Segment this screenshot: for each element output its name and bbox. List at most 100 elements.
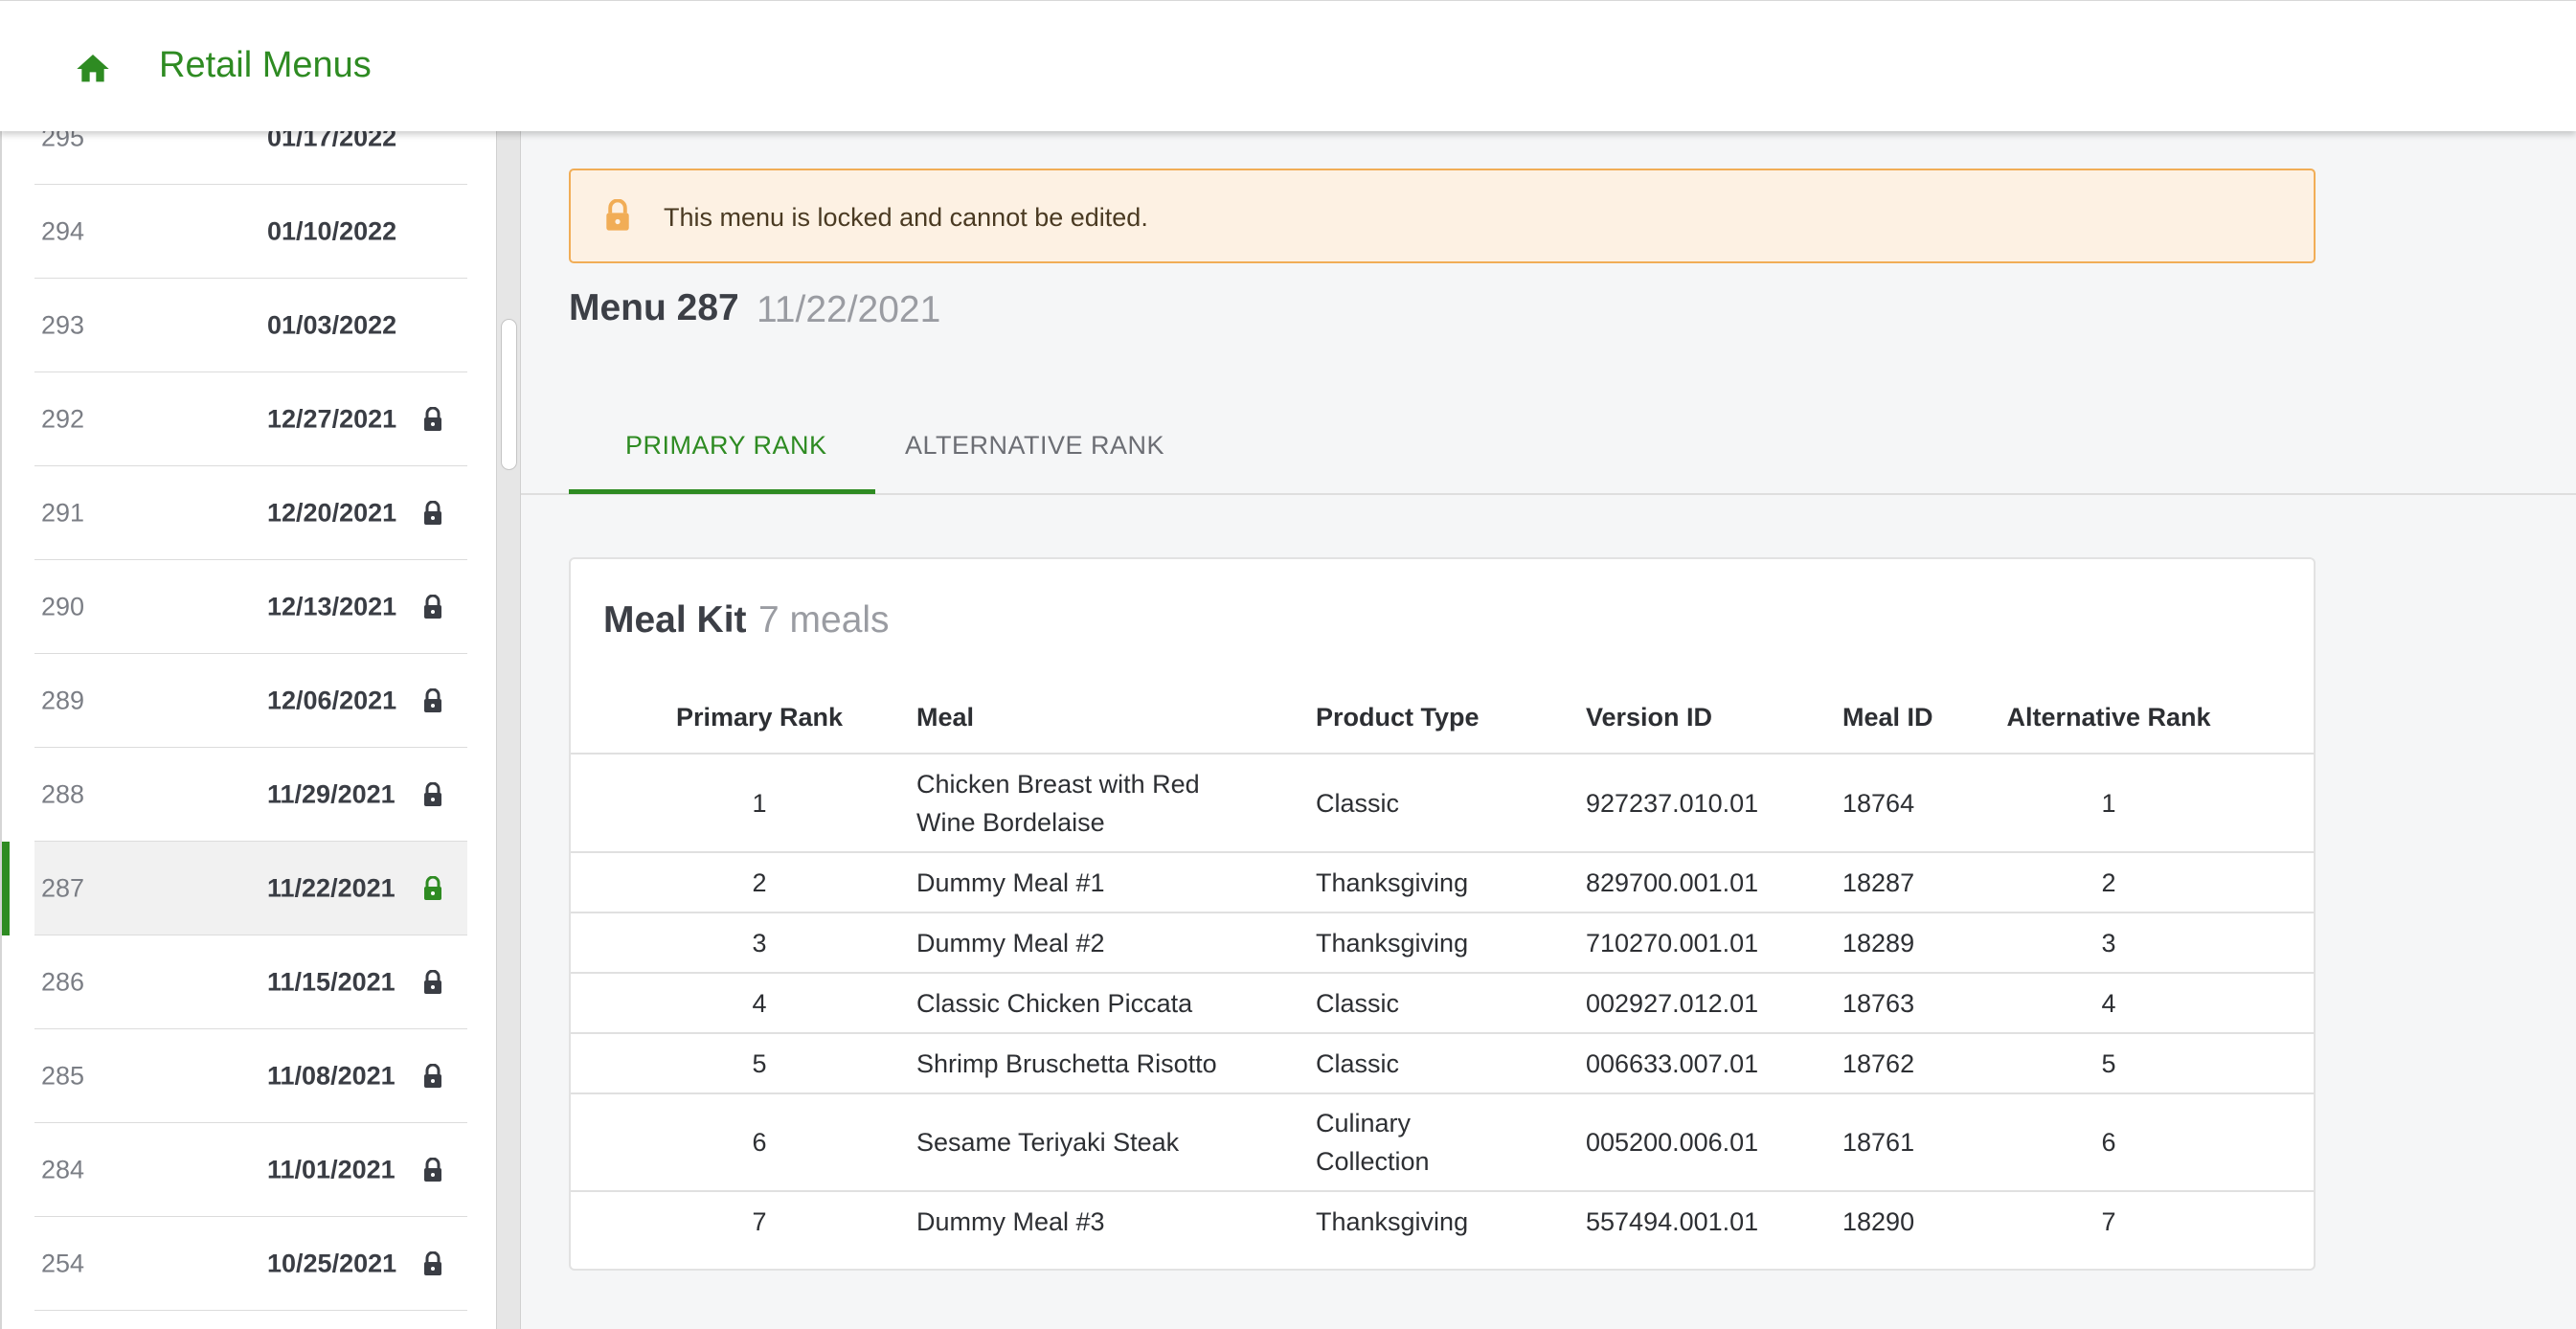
sidebar-item-menu-286[interactable]: 286 11/15/2021 xyxy=(34,935,467,1029)
cell-version-id: 829700.001.01 xyxy=(1586,867,1759,897)
cell-meal-id: 18762 xyxy=(1842,1048,1915,1078)
cell-alternative-rank: 5 xyxy=(2101,1048,2116,1078)
sidebar-item-menu-289[interactable]: 289 12/06/2021 xyxy=(34,654,467,748)
column-header-primary-rank[interactable]: Primary Rank xyxy=(676,703,843,732)
column-header-meal[interactable]: Meal xyxy=(916,703,974,732)
menu-number: 290 xyxy=(41,592,85,620)
table-row[interactable]: 2 Dummy Meal #1 Thanksgiving 829700.001.01 1… xyxy=(571,852,2314,912)
lock-icon xyxy=(423,781,442,807)
cell-product-type: Thanksgiving xyxy=(1316,928,1469,957)
menu-date: 12/20/2021 xyxy=(267,498,397,527)
cell-alternative-rank: 4 xyxy=(2101,988,2116,1018)
menu-number: 295 xyxy=(41,131,85,151)
menu-date: 01/03/2022 xyxy=(267,310,397,339)
app-title[interactable]: Retail Menus xyxy=(159,45,372,86)
cell-meal-id: 18764 xyxy=(1842,789,1915,818)
column-header-alternative-rank[interactable]: Alternative Rank xyxy=(2006,703,2210,732)
sidebar-item-menu-284[interactable]: 284 11/01/2021 xyxy=(34,1123,467,1217)
cell-meal-id: 18287 xyxy=(1842,867,1915,897)
column-header-version-id[interactable]: Version ID xyxy=(1586,703,1712,732)
table-row[interactable]: 1 Chicken Breast with Red Wine Bordelaise… xyxy=(571,755,2314,852)
menu-number: 286 xyxy=(41,967,85,996)
cell-meal: Chicken Breast with Red Wine Bordelaise xyxy=(916,770,1200,837)
cell-meal: Dummy Meal #3 xyxy=(916,1206,1105,1236)
table-row[interactable]: 6 Sesame Teriyaki Steak Culinary Collectio… xyxy=(571,1093,2314,1191)
column-header-meal-id[interactable]: Meal ID xyxy=(1842,703,1933,732)
lock-icon xyxy=(423,406,442,432)
sidebar-item-menu-295[interactable]: 295 01/17/2022 xyxy=(34,131,467,185)
sidebar-item-menu-291[interactable]: 291 12/20/2021 xyxy=(34,466,467,560)
tab-primary-rank[interactable]: PRIMARY RANK xyxy=(625,431,827,461)
menu-number: 287 xyxy=(41,873,85,902)
sidebar-scrollbar[interactable] xyxy=(496,131,521,1329)
menu-date: 01/10/2022 xyxy=(267,216,397,245)
cell-meal-id: 18761 xyxy=(1842,1128,1915,1157)
active-tab-indicator xyxy=(569,489,875,494)
menu-number: 293 xyxy=(41,310,85,339)
card-title: Meal Kit xyxy=(603,599,747,641)
column-header-product-type[interactable]: Product Type xyxy=(1316,703,1480,732)
cell-meal-id: 18290 xyxy=(1842,1206,1915,1236)
cell-product-type: Classic xyxy=(1316,1048,1400,1078)
cell-primary-rank: 4 xyxy=(752,988,767,1018)
lock-icon xyxy=(423,500,442,526)
menu-date: 10/25/2021 xyxy=(267,1249,397,1277)
cell-version-id: 006633.007.01 xyxy=(1586,1048,1759,1078)
menu-date: 11/22/2021 xyxy=(267,873,395,902)
tab-alternative-rank[interactable]: ALTERNATIVE RANK xyxy=(905,431,1164,461)
card-meal-count: 7 meals xyxy=(758,599,890,641)
cell-meal: Sesame Teriyaki Steak xyxy=(916,1128,1180,1157)
lock-icon xyxy=(423,969,442,995)
cell-primary-rank: 5 xyxy=(752,1048,767,1078)
lock-icon xyxy=(423,1063,442,1089)
cell-version-id: 710270.001.01 xyxy=(1586,928,1759,957)
sidebar-item-menu-287[interactable]: 287 11/22/2021 xyxy=(34,842,467,935)
table-row[interactable]: 4 Classic Chicken Piccata Classic 002927.01… xyxy=(571,973,2314,1033)
cell-meal: Shrimp Bruschetta Risotto xyxy=(916,1048,1217,1078)
cell-version-id: 927237.010.01 xyxy=(1586,789,1759,818)
cell-alternative-rank: 6 xyxy=(2101,1128,2116,1157)
meal-kit-card: Meal Kit 7 meals Primary Rank Meal Produ… xyxy=(569,557,2316,1271)
menu-date: 12/13/2021 xyxy=(267,592,397,620)
cell-alternative-rank: 1 xyxy=(2101,789,2116,818)
scrollbar-thumb[interactable] xyxy=(501,319,517,470)
cell-primary-rank: 3 xyxy=(752,928,767,957)
table-row[interactable]: 7 Dummy Meal #3 Thanksgiving 557494.001.01 1… xyxy=(571,1191,2314,1251)
sidebar-item-menu-292[interactable]: 292 12/27/2021 xyxy=(34,372,467,466)
cell-product-type: Culinary Collection xyxy=(1316,1109,1430,1176)
sidebar-item-menu-285[interactable]: 285 11/08/2021 xyxy=(34,1029,467,1123)
table-row[interactable]: 5 Shrimp Bruschetta Risotto Classic 006633.… xyxy=(571,1033,2314,1093)
sidebar-item-menu-290[interactable]: 290 12/13/2021 xyxy=(34,560,467,654)
app-header: Retail Menus xyxy=(0,0,2576,131)
cell-product-type: Thanksgiving xyxy=(1316,1206,1469,1236)
cell-meal-id: 18289 xyxy=(1842,928,1915,957)
lock-icon xyxy=(423,687,442,713)
menu-date: 01/17/2022 xyxy=(267,131,397,151)
sidebar-item-menu-254[interactable]: 254 10/25/2021 xyxy=(34,1217,467,1311)
menu-date: 11/29/2021 xyxy=(267,779,395,808)
menu-number: 291 xyxy=(41,498,85,527)
cell-primary-rank: 1 xyxy=(752,789,767,818)
lock-icon xyxy=(606,199,629,231)
home-icon[interactable] xyxy=(73,50,113,88)
cell-alternative-rank: 3 xyxy=(2101,928,2116,957)
sidebar-item-menu-288[interactable]: 288 11/29/2021 xyxy=(34,748,467,842)
menu-list-sidebar: 295 01/17/2022 294 01/10/2022 293 01/03/2022 2… xyxy=(0,131,498,1329)
locked-alert: This menu is locked and cannot be edited… xyxy=(569,169,2316,263)
table-row[interactable]: 3 Dummy Meal #2 Thanksgiving 710270.001.01 1… xyxy=(571,912,2314,973)
menu-number: 288 xyxy=(41,779,85,808)
cell-product-type: Classic xyxy=(1316,789,1400,818)
menu-number: 292 xyxy=(41,404,85,433)
menu-number: 284 xyxy=(41,1155,85,1183)
active-item-indicator xyxy=(2,842,10,935)
sidebar-item-menu-294[interactable]: 294 01/10/2022 xyxy=(34,185,467,279)
menu-number: 254 xyxy=(41,1249,85,1277)
menu-number: 294 xyxy=(41,216,85,245)
lock-icon xyxy=(423,875,442,901)
cell-version-id: 005200.006.01 xyxy=(1586,1128,1759,1157)
alert-message: This menu is locked and cannot be edited… xyxy=(664,203,1148,232)
cell-meal: Dummy Meal #1 xyxy=(916,867,1105,897)
menu-date: 11/01/2021 xyxy=(267,1155,395,1183)
sidebar-item-menu-293[interactable]: 293 01/03/2022 xyxy=(34,279,467,372)
cell-alternative-rank: 7 xyxy=(2101,1206,2116,1236)
